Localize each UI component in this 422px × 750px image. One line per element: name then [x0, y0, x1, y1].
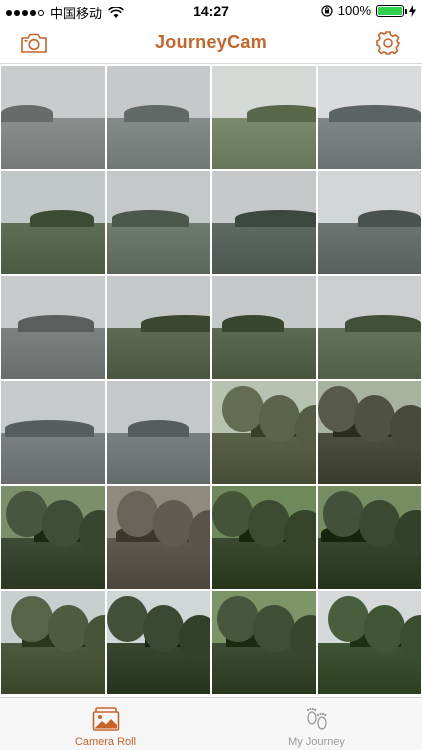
tab-bar: Camera Roll My Journey — [0, 697, 422, 750]
tab-camera-roll-label: Camera Roll — [74, 736, 137, 748]
photo-forest-path[interactable] — [212, 591, 316, 694]
photo-lotus-2[interactable] — [212, 276, 316, 379]
photo-lake-view[interactable] — [317, 591, 421, 694]
photo-lake-pagoda[interactable] — [106, 171, 210, 274]
photo-lake-pier[interactable] — [106, 381, 210, 484]
battery-percent: 100% — [337, 3, 371, 18]
photo-lake-island[interactable] — [106, 66, 210, 169]
photo-lotus-3[interactable] — [317, 276, 421, 379]
photo-forest-steps[interactable] — [212, 486, 316, 589]
photo-parking-trees[interactable] — [212, 66, 316, 169]
photo-stone-pagoda[interactable] — [1, 591, 105, 694]
app-title: JourneyCam — [154, 32, 268, 52]
photo-causeway-people[interactable] — [317, 171, 421, 274]
photo-lake-hills[interactable] — [212, 171, 316, 274]
navigation-bar: JourneyCam — [0, 22, 422, 64]
photo-tree-path[interactable] — [212, 381, 316, 484]
photo-bench[interactable] — [1, 381, 105, 484]
settings-button[interactable] — [372, 28, 404, 58]
footprints-icon — [306, 707, 327, 730]
photo-lake-shore[interactable] — [317, 66, 421, 169]
photo-lamp-post[interactable] — [1, 276, 105, 379]
photo-stone-gate[interactable] — [317, 381, 421, 484]
photo-stone-archway[interactable] — [1, 486, 105, 589]
tab-my-journey[interactable]: My Journey — [211, 698, 422, 750]
photo-lotus-1[interactable] — [106, 276, 210, 379]
photo-forest-stairs[interactable] — [317, 486, 421, 589]
photo-temple-gate[interactable] — [106, 486, 210, 589]
battery-icon — [376, 4, 407, 17]
photo-lake-willow[interactable] — [1, 66, 105, 169]
gear-icon — [376, 31, 401, 55]
camera-button[interactable] — [18, 28, 50, 58]
charging-icon — [409, 4, 416, 17]
orientation-lock-icon — [321, 4, 333, 17]
tab-my-journey-label: My Journey — [288, 736, 345, 748]
photo-gallery-icon — [92, 707, 119, 731]
photo-lake-pagoda-hill[interactable] — [1, 171, 105, 274]
status-bar: 中国移动 14:27 100% — [0, 0, 422, 22]
tab-camera-roll[interactable]: Camera Roll — [0, 698, 211, 750]
photo-grid — [0, 66, 422, 696]
camera-icon — [21, 33, 47, 53]
photo-pagoda-closeup[interactable] — [106, 591, 210, 694]
